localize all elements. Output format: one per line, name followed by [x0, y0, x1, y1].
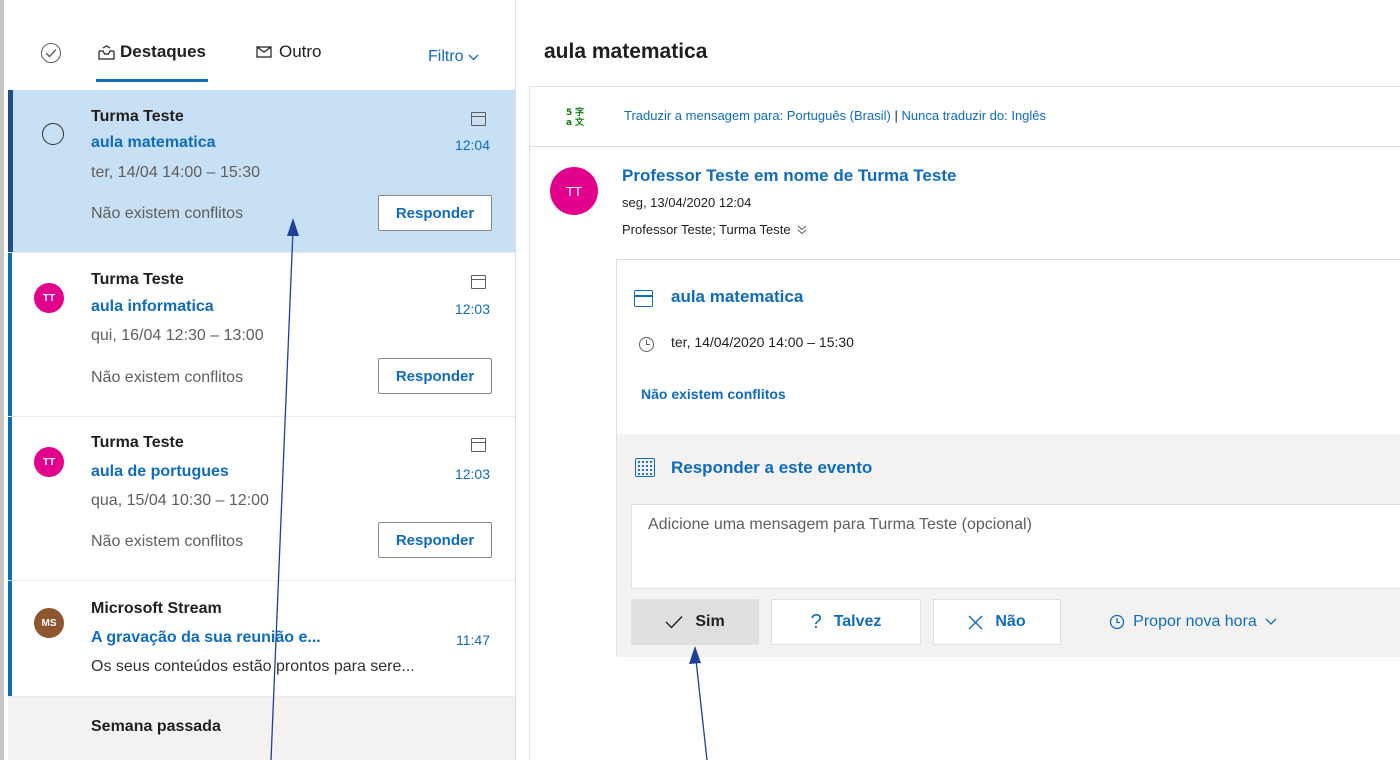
- focused-inbox-icon: [98, 44, 115, 60]
- propose-new-time-label: Propor nova hora: [1133, 613, 1257, 630]
- subject: A gravação da sua reunião e...: [91, 629, 321, 646]
- sender-name: Microsoft Stream: [91, 600, 222, 617]
- svg-text:文: 文: [574, 116, 585, 126]
- translate-separator: |: [894, 108, 898, 123]
- subject: aula matematica: [91, 134, 216, 151]
- avatar: TT: [34, 447, 64, 477]
- event-time: qui, 16/04 12:30 – 13:00: [91, 327, 264, 344]
- tab-other[interactable]: Outro: [256, 42, 322, 62]
- select-all-check-icon[interactable]: [41, 43, 61, 63]
- sender-name: Turma Teste: [91, 271, 184, 288]
- subject: aula de portugues: [91, 463, 229, 480]
- list-item[interactable]: Turma Teste aula matematica 12:04 ter, 1…: [8, 90, 515, 253]
- translate-icon: 5字a文: [566, 106, 586, 129]
- filter-label: Filtro: [428, 48, 464, 65]
- filter-button[interactable]: Filtro: [428, 48, 479, 66]
- tab-focused[interactable]: Destaques: [96, 42, 208, 82]
- unread-indicator: [8, 90, 13, 252]
- checkmark-icon: [665, 616, 683, 629]
- outlook-window: Destaques Outro Filtro Turma Teste aula …: [0, 0, 1400, 760]
- clock-icon: [639, 337, 654, 352]
- conflicts-text: Não existem conflitos: [91, 205, 244, 222]
- chevron-down-icon: [1265, 618, 1277, 625]
- decline-label: Não: [995, 613, 1026, 630]
- calendar-icon: [471, 438, 486, 452]
- event-time: ter, 14/04/2020 14:00 – 15:30: [671, 334, 854, 350]
- unread-indicator: [8, 581, 12, 696]
- list-item[interactable]: TT Turma Teste aula de portugues 12:03 q…: [8, 417, 515, 581]
- chevron-double-down-icon[interactable]: [797, 225, 807, 235]
- svg-text:5: 5: [566, 108, 572, 118]
- message-preview: Os seus conteúdos estão prontos para ser…: [91, 658, 415, 675]
- other-inbox-icon: [256, 46, 272, 58]
- subject: aula informatica: [91, 298, 214, 315]
- translate-text: Traduzir a mensagem para: Português (Bra…: [624, 108, 1046, 123]
- accept-label: Sim: [695, 613, 725, 630]
- left-edge-bar: [0, 0, 4, 760]
- received-time: 12:04: [454, 137, 490, 153]
- message-card: 5字a文 Traduzir a mensagem para: Português…: [529, 86, 1400, 760]
- respond-button[interactable]: Responder: [378, 195, 492, 231]
- calendar-icon: [471, 112, 486, 126]
- recipients: Professor Teste; Turma Teste: [622, 222, 791, 237]
- clock-icon: [1110, 614, 1125, 630]
- select-message-checkbox[interactable]: [42, 123, 64, 145]
- calendar-icon: [471, 275, 486, 289]
- received-time: 12:03: [454, 466, 490, 482]
- calendar-respond-icon: [635, 458, 655, 477]
- calendar-icon: [634, 290, 653, 307]
- reading-pane-title: aula matematica: [544, 40, 708, 63]
- tab-other-label: Outro: [279, 42, 322, 61]
- respond-section: Responder a este evento Adicione uma men…: [617, 434, 1400, 657]
- propose-new-time-button[interactable]: Propor nova hora: [1073, 599, 1313, 645]
- accept-button[interactable]: Sim: [631, 599, 759, 645]
- respond-button[interactable]: Responder: [378, 522, 492, 558]
- tentative-label: Talvez: [833, 613, 882, 630]
- response-actions: Sim ? Talvez Não Propor nova hora: [631, 599, 1313, 645]
- conflicts-link[interactable]: Não existem conflitos: [641, 386, 786, 402]
- list-item[interactable]: TT Turma Teste aula informatica 12:03 qu…: [8, 253, 515, 417]
- decline-button[interactable]: Não: [933, 599, 1061, 645]
- response-message-input[interactable]: Adicione uma mensagem para Turma Teste (…: [631, 504, 1400, 589]
- conflicts-text: Não existem conflitos: [91, 533, 244, 550]
- list-item[interactable]: MS Microsoft Stream A gravação da sua re…: [8, 581, 515, 697]
- tentative-button[interactable]: ? Talvez: [771, 599, 921, 645]
- group-header-label: Semana passada: [91, 718, 221, 735]
- question-icon: ?: [810, 610, 822, 633]
- svg-text:a: a: [566, 118, 572, 126]
- message-list-pane: Destaques Outro Filtro Turma Teste aula …: [8, 0, 516, 760]
- event-details: aula matematica ter, 14/04/2020 14:00 – …: [617, 260, 1400, 434]
- conflicts-text: Não existem conflitos: [91, 369, 244, 386]
- event-time: ter, 14/04 14:00 – 15:30: [91, 164, 261, 181]
- close-icon: [968, 615, 983, 629]
- never-translate-link[interactable]: Nunca traduzir do: Inglês: [902, 108, 1047, 123]
- respond-heading: Responder a este evento: [671, 458, 873, 477]
- svg-text:字: 字: [575, 106, 584, 118]
- sender-name: Turma Teste: [91, 434, 184, 451]
- list-header: Destaques Outro Filtro: [8, 0, 515, 90]
- recipients-line[interactable]: Professor Teste; Turma Teste: [622, 222, 807, 237]
- group-header: Semana passada: [8, 697, 515, 760]
- sender-avatar[interactable]: TT: [550, 167, 598, 215]
- unread-indicator: [8, 417, 12, 580]
- event-title[interactable]: aula matematica: [671, 287, 803, 307]
- received-time: 11:47: [456, 632, 490, 648]
- from-line[interactable]: Professor Teste em nome de Turma Teste: [622, 166, 956, 186]
- sender-name: Turma Teste: [91, 108, 184, 125]
- received-time: 12:03: [454, 301, 490, 317]
- event-time: qua, 15/04 10:30 – 12:00: [91, 492, 269, 509]
- avatar: TT: [34, 283, 64, 313]
- sent-date: seg, 13/04/2020 12:04: [622, 195, 752, 210]
- tab-focused-label: Destaques: [120, 42, 206, 61]
- avatar: MS: [34, 608, 64, 638]
- translate-bar: 5字a文 Traduzir a mensagem para: Português…: [530, 87, 1400, 147]
- translate-link[interactable]: Traduzir a mensagem para: Português (Bra…: [624, 108, 891, 123]
- unread-indicator: [8, 253, 12, 416]
- respond-button[interactable]: Responder: [378, 358, 492, 394]
- chevron-down-icon: [468, 54, 479, 60]
- event-card: aula matematica ter, 14/04/2020 14:00 – …: [616, 259, 1400, 657]
